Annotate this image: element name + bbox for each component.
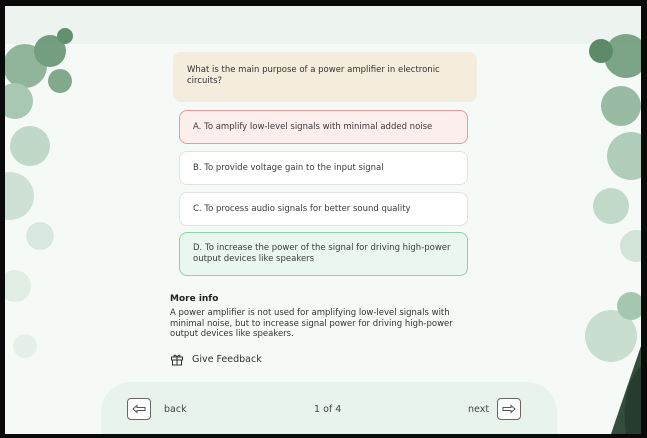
option-a-label: A. To amplify low-level signals with min… <box>193 121 433 132</box>
more-info-title: More info <box>170 294 219 304</box>
question-box: What is the main purpose of a power ampl… <box>173 52 477 102</box>
gift-icon <box>171 354 183 366</box>
option-c[interactable]: C. To process audio signals for better s… <box>179 192 468 226</box>
option-a[interactable]: A. To amplify low-level signals with min… <box>179 110 468 144</box>
option-d-label: D. To increase the power of the signal f… <box>193 243 451 264</box>
give-feedback-label: Give Feedback <box>192 353 262 365</box>
page-indicator: 1 of 4 <box>314 404 342 415</box>
next-label[interactable]: next <box>468 404 489 415</box>
quiz-window: What is the main purpose of a power ampl… <box>5 6 641 434</box>
option-b-label: B. To provide voltage gain to the input … <box>193 162 384 173</box>
option-c-label: C. To process audio signals for better s… <box>193 203 411 214</box>
foliage-left-decoration <box>5 28 73 358</box>
give-feedback-button[interactable]: Give Feedback <box>170 352 262 366</box>
more-info-text: A power amplifier is not used for amplif… <box>170 308 453 339</box>
next-button[interactable] <box>497 398 521 420</box>
back-label[interactable]: back <box>164 404 187 415</box>
option-d[interactable]: D. To increase the power of the signal f… <box>179 232 468 276</box>
back-button[interactable] <box>127 398 151 420</box>
option-b[interactable]: B. To provide voltage gain to the input … <box>179 151 468 185</box>
arrow-left-icon <box>132 404 146 414</box>
arrow-right-icon <box>502 404 516 414</box>
foliage-right-decoration <box>585 34 641 434</box>
